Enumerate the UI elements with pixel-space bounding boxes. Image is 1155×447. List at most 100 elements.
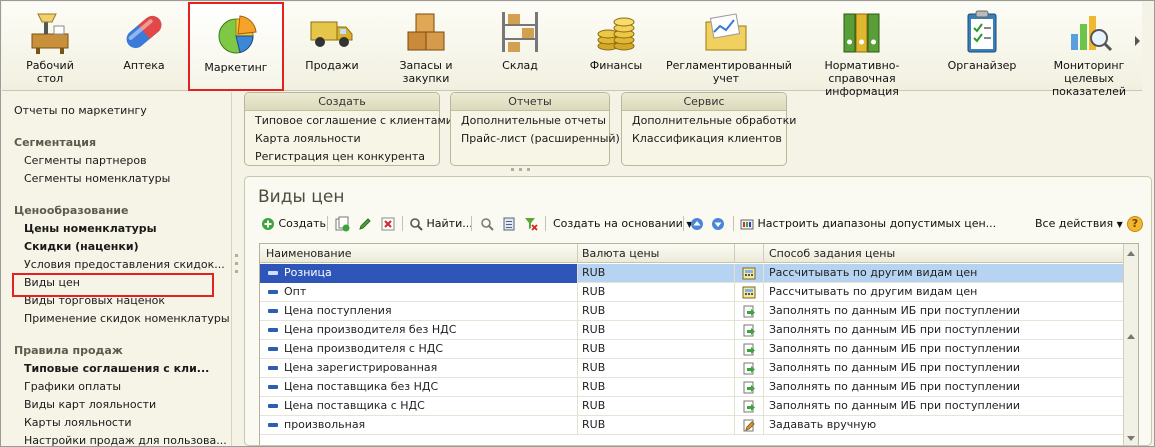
cell-currency[interactable]: RUB [578, 264, 735, 283]
cmd-additional-reports[interactable]: Дополнительные отчеты [461, 114, 606, 127]
cell-price-setting-way[interactable]: Рассчитывать по другим видам цен [764, 264, 1124, 283]
nav-marketing-reports[interactable]: Отчеты по маркетингу [14, 104, 147, 117]
nav-item-partner-segments[interactable]: Сегменты партнеров [24, 154, 147, 167]
copy-add-icon [335, 216, 350, 232]
section-organizer[interactable]: Органайзер [940, 2, 1024, 91]
table-row[interactable]: Цена поставщика без НДС RUB Заполнять по д… [260, 378, 1124, 397]
section-marketing[interactable]: Маркетинг [188, 2, 284, 91]
horizontal-splitter-grip[interactable] [509, 168, 533, 172]
cell-name[interactable]: Опт [260, 283, 578, 302]
cell-price-setting-way[interactable]: Заполнять по данным ИБ при поступлении [764, 397, 1124, 416]
price-type-name: Цена зарегистрированная [284, 361, 438, 374]
create-based-on-menu[interactable]: Создать на основании ▼ [553, 215, 693, 233]
cell-currency[interactable]: RUB [578, 340, 735, 359]
help-icon[interactable]: ? [1127, 216, 1143, 232]
vertical-splitter[interactable] [233, 92, 240, 446]
item-marker-icon [268, 385, 278, 389]
nav-item-discount-conditions[interactable]: Условия предоставления скидок... [24, 258, 229, 271]
scroll-down-icon[interactable] [1127, 436, 1135, 441]
cell-name[interactable]: произвольная [260, 416, 578, 435]
find-button[interactable]: Найти... [409, 215, 473, 233]
table-row[interactable]: Цена производителя без НДС RUB Заполнять п… [260, 321, 1124, 340]
nav-item-loyalty-card-types[interactable]: Виды карт лояльности [24, 398, 156, 411]
scroll-up-icon[interactable] [1127, 251, 1135, 256]
cell-price-setting-way[interactable]: Заполнять по данным ИБ при поступлении [764, 340, 1124, 359]
price-types-list-form: Виды цен Создать Найти... Создать на осн… [244, 176, 1152, 446]
list-settings-icon [503, 217, 515, 231]
move-down-button[interactable] [711, 215, 725, 233]
cell-price-setting-way[interactable]: Задавать вручную [764, 416, 1124, 435]
table-row[interactable]: Цена производителя с НДС RUB Заполнять по … [260, 340, 1124, 359]
nav-item-user-sales-settings[interactable]: Настройки продаж для пользова... [24, 434, 229, 446]
cell-name[interactable]: Цена поступления [260, 302, 578, 321]
cmd-competitor-prices[interactable]: Регистрация цен конкурента [255, 150, 425, 163]
table-row[interactable]: Опт RUB Рассчитывать по другим видам цен [260, 283, 1124, 302]
move-up-button[interactable] [690, 215, 704, 233]
table-row[interactable]: Цена поступления RUB Заполнять по данным И… [260, 302, 1124, 321]
column-header-way[interactable]: Способ задания цены [764, 244, 1124, 263]
nav-item-payment-schedules[interactable]: Графики оплаты [24, 380, 121, 393]
nav-item-product-segments[interactable]: Сегменты номенклатуры [24, 172, 170, 185]
table-row[interactable]: Цена зарегистрированная RUB Заполнять по д… [260, 359, 1124, 378]
column-header-icon[interactable] [735, 244, 764, 263]
cell-price-setting-way[interactable]: Рассчитывать по другим видам цен [764, 283, 1124, 302]
section-desktop[interactable]: Рабочий стол [8, 2, 92, 91]
section-finance[interactable]: Финансы [576, 2, 656, 91]
table-row[interactable]: Розница RUB Рассчитывать по другим видам ц… [260, 264, 1124, 283]
delete-button[interactable] [380, 215, 396, 233]
cmd-price-list[interactable]: Прайс-лист (расширенный) [461, 132, 620, 145]
cmd-standard-agreement[interactable]: Типовое соглашение с клиентами [255, 114, 453, 127]
section-reference-info[interactable]: Нормативно-справочная информация [794, 2, 930, 98]
cell-name[interactable]: Цена поставщика без НДС [260, 378, 578, 397]
section-regulated-accounting[interactable]: Регламентированный учет [666, 2, 792, 91]
table-row[interactable]: произвольная RUB Задавать вручную [260, 416, 1124, 435]
section-sales[interactable]: Продажи [292, 2, 372, 91]
all-actions-menu[interactable]: Все действия ▼ [1035, 215, 1123, 233]
cell-name[interactable]: Цена производителя с НДС [260, 340, 578, 359]
create-button[interactable]: Создать [261, 215, 326, 233]
nav-item-discount-application[interactable]: Применение скидок номенклатуры [24, 312, 230, 325]
section-stocks-purchases[interactable]: Запасы и закупки [380, 2, 472, 91]
cell-currency[interactable]: RUB [578, 397, 735, 416]
nav-item-loyalty-cards[interactable]: Карты лояльности [24, 416, 132, 429]
cell-currency[interactable]: RUB [578, 321, 735, 340]
cell-price-setting-way[interactable]: Заполнять по данным ИБ при поступлении [764, 359, 1124, 378]
cell-price-setting-way[interactable]: Заполнять по данным ИБ при поступлении [764, 378, 1124, 397]
cell-currency[interactable]: RUB [578, 302, 735, 321]
cmd-loyalty-card[interactable]: Карта лояльности [255, 132, 361, 145]
cmd-client-classification[interactable]: Классификация клиентов [632, 132, 782, 145]
cell-name[interactable]: Розница [260, 264, 578, 283]
section-kpi-monitoring[interactable]: Мониторинг целевых показателей [1028, 2, 1150, 98]
column-header-name[interactable]: Наименование [260, 244, 578, 263]
column-header-currency[interactable]: Валюта цены [578, 244, 735, 263]
cell-price-setting-way[interactable]: Заполнять по данным ИБ при поступлении [764, 302, 1124, 321]
cell-currency[interactable]: RUB [578, 378, 735, 397]
cell-price-setting-way[interactable]: Заполнять по данным ИБ при поступлении [764, 321, 1124, 340]
vertical-scrollbar[interactable] [1123, 244, 1138, 445]
nav-item-standard-agreements[interactable]: Типовые соглашения с кли... [24, 362, 229, 375]
truck-icon [310, 21, 353, 47]
cell-name[interactable]: Цена производителя без НДС [260, 321, 578, 340]
list-settings-button[interactable] [501, 215, 517, 233]
cell-way-icon [735, 359, 764, 378]
price-ranges-button[interactable]: Настроить диапазоны допустимых цен... [740, 215, 996, 233]
scroll-position-icon[interactable] [1127, 334, 1135, 339]
table-row[interactable]: Цена поставщика с НДС RUB Заполнять по дан… [260, 397, 1124, 416]
cell-name[interactable]: Цена зарегистрированная [260, 359, 578, 378]
item-marker-icon [268, 328, 278, 332]
filter-clear-button[interactable] [523, 215, 539, 233]
section-warehouse[interactable]: Склад [480, 2, 560, 91]
cell-currency[interactable]: RUB [578, 359, 735, 378]
cell-name[interactable]: Цена поставщика с НДС [260, 397, 578, 416]
cmd-additional-processing[interactable]: Дополнительные обработки [632, 114, 796, 127]
sections-scroll-right-icon[interactable] [1135, 36, 1140, 46]
copy-button[interactable] [334, 215, 350, 233]
cell-currency[interactable]: RUB [578, 416, 735, 435]
pie-chart-icon [218, 15, 257, 54]
nav-item-product-prices[interactable]: Цены номенклатуры [24, 222, 157, 235]
nav-item-discounts[interactable]: Скидки (наценки) [24, 240, 139, 253]
section-pharmacy[interactable]: Аптека [102, 2, 186, 91]
cancel-search-button[interactable] [479, 215, 495, 233]
edit-button[interactable] [357, 215, 373, 233]
cell-currency[interactable]: RUB [578, 283, 735, 302]
